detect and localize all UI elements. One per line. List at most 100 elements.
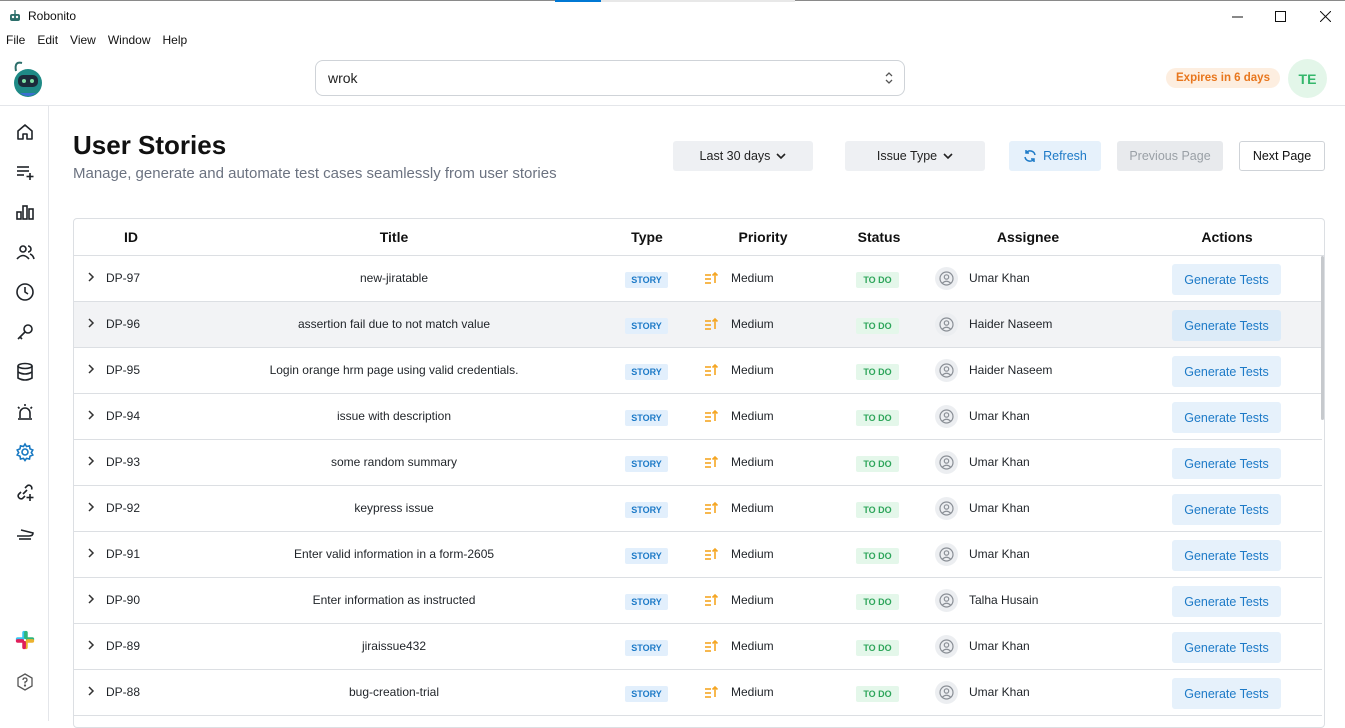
sidebar-item-users[interactable] bbox=[14, 241, 36, 263]
priority-medium-icon bbox=[705, 271, 719, 284]
assignee-avatar bbox=[935, 405, 958, 428]
generate-tests-button[interactable]: Generate Tests bbox=[1172, 310, 1281, 341]
column-header-assignee: Assignee bbox=[996, 229, 1060, 245]
priority-medium-icon bbox=[705, 455, 719, 468]
table-row[interactable]: DP-89 jiraissue432 STORY Medium TO DO Um… bbox=[74, 624, 1322, 670]
menu-bar: File Edit View Window Help bbox=[0, 30, 193, 52]
story-title: some random summary bbox=[330, 455, 458, 469]
close-button[interactable] bbox=[1302, 1, 1345, 31]
next-page-button[interactable]: Next Page bbox=[1239, 141, 1325, 171]
generate-tests-button[interactable]: Generate Tests bbox=[1172, 678, 1281, 709]
priority-label: Medium bbox=[731, 639, 774, 653]
menu-window[interactable]: Window bbox=[102, 30, 157, 52]
table-row[interactable]: DP-91 Enter valid information in a form-… bbox=[74, 532, 1322, 578]
type-badge: STORY bbox=[625, 594, 668, 610]
generate-tests-button[interactable]: Generate Tests bbox=[1172, 540, 1281, 571]
date-range-dropdown[interactable]: Last 30 days bbox=[673, 141, 813, 171]
expand-chevron-icon[interactable] bbox=[87, 271, 95, 283]
assignee-name: Umar Khan bbox=[969, 501, 1030, 515]
generate-tests-button[interactable]: Generate Tests bbox=[1172, 494, 1281, 525]
menu-view[interactable]: View bbox=[64, 30, 102, 52]
expand-chevron-icon[interactable] bbox=[87, 501, 95, 513]
minimize-button[interactable] bbox=[1214, 1, 1260, 31]
table-row[interactable]: DP-90 Enter information as instructed ST… bbox=[74, 578, 1322, 624]
project-search-select[interactable]: wrok bbox=[315, 60, 905, 96]
table-row[interactable]: DP-97 new-jiratable STORY Medium TO DO U… bbox=[74, 256, 1322, 302]
refresh-button[interactable]: Refresh bbox=[1009, 141, 1101, 171]
menu-help[interactable]: Help bbox=[157, 30, 194, 52]
priority-medium-icon bbox=[705, 639, 719, 652]
table-row[interactable]: DP-92 keypress issue STORY Medium TO DO … bbox=[74, 486, 1322, 532]
issue-type-dropdown[interactable]: Issue Type bbox=[845, 141, 985, 171]
assignee-avatar bbox=[935, 589, 958, 612]
robonito-logo[interactable] bbox=[10, 59, 46, 99]
table-row[interactable]: DP-95 Login orange hrm page using valid … bbox=[74, 348, 1322, 394]
sidebar-item-database[interactable] bbox=[14, 361, 36, 383]
user-stories-table: ID Title Type Priority Status Assignee A… bbox=[73, 218, 1325, 728]
sidebar-item-integrations[interactable] bbox=[8, 435, 42, 469]
generate-tests-button[interactable]: Generate Tests bbox=[1172, 264, 1281, 295]
status-badge: TO DO bbox=[856, 686, 899, 702]
story-id: DP-89 bbox=[106, 639, 141, 653]
expand-chevron-icon[interactable] bbox=[87, 317, 95, 329]
table-row[interactable]: DP-93 some random summary STORY Medium T… bbox=[74, 440, 1322, 486]
page-subtitle: Manage, generate and automate test cases… bbox=[73, 165, 557, 182]
generate-tests-button[interactable]: Generate Tests bbox=[1172, 586, 1281, 617]
generate-tests-button[interactable]: Generate Tests bbox=[1172, 448, 1281, 479]
expand-chevron-icon[interactable] bbox=[87, 685, 95, 697]
generate-tests-button[interactable]: Generate Tests bbox=[1172, 632, 1281, 663]
sidebar-item-keys[interactable] bbox=[14, 321, 36, 343]
user-avatar[interactable]: TE bbox=[1288, 59, 1327, 98]
expand-chevron-icon[interactable] bbox=[87, 455, 95, 467]
menu-file[interactable]: File bbox=[0, 30, 31, 52]
maximize-button[interactable] bbox=[1257, 1, 1303, 31]
minimize-icon bbox=[1231, 16, 1243, 17]
sidebar-item-history[interactable] bbox=[14, 281, 36, 303]
sidebar-item-drone[interactable] bbox=[14, 521, 36, 543]
sidebar-item-link[interactable] bbox=[14, 481, 36, 503]
table-row[interactable]: DP-96 assertion fail due to not match va… bbox=[74, 302, 1322, 348]
generate-tests-button[interactable]: Generate Tests bbox=[1172, 356, 1281, 387]
sidebar-item-add-list[interactable] bbox=[14, 161, 36, 183]
expand-chevron-icon[interactable] bbox=[87, 593, 95, 605]
expand-chevron-icon[interactable] bbox=[87, 639, 95, 651]
sidebar-item-help[interactable] bbox=[14, 671, 36, 693]
expand-chevron-icon[interactable] bbox=[87, 409, 95, 421]
sidebar-item-alerts[interactable] bbox=[14, 401, 36, 423]
slack-icon bbox=[15, 630, 35, 650]
table-row[interactable]: DP-94 issue with description STORY Mediu… bbox=[74, 394, 1322, 440]
priority-label: Medium bbox=[731, 317, 774, 331]
sidebar-item-reports[interactable] bbox=[14, 201, 36, 223]
refresh-icon bbox=[1024, 150, 1036, 162]
previous-page-button[interactable]: Previous Page bbox=[1117, 141, 1223, 171]
column-header-status: Status bbox=[857, 229, 901, 245]
user-icon bbox=[939, 593, 954, 608]
priority-label: Medium bbox=[731, 547, 774, 561]
generate-tests-button[interactable]: Generate Tests bbox=[1172, 402, 1281, 433]
type-badge: STORY bbox=[625, 410, 668, 426]
expand-chevron-icon[interactable] bbox=[87, 547, 95, 559]
story-id: DP-94 bbox=[106, 409, 141, 423]
priority-label: Medium bbox=[731, 409, 774, 423]
assignee-avatar bbox=[935, 451, 958, 474]
expand-chevron-icon[interactable] bbox=[87, 363, 95, 375]
priority-medium-icon bbox=[705, 317, 719, 330]
table-scrollbar[interactable] bbox=[1321, 256, 1324, 420]
story-id: DP-93 bbox=[106, 455, 141, 469]
type-badge: STORY bbox=[625, 686, 668, 702]
story-title: bug-creation-trial bbox=[348, 685, 440, 699]
column-header-type: Type bbox=[631, 229, 663, 245]
sidebar-item-slack[interactable] bbox=[14, 629, 36, 651]
type-badge: STORY bbox=[625, 456, 668, 472]
users-icon bbox=[16, 245, 35, 260]
assignee-avatar bbox=[935, 543, 958, 566]
page-title: User Stories bbox=[73, 130, 227, 160]
sidebar-item-home[interactable] bbox=[14, 121, 36, 143]
app-header: wrok Expires in 6 days TE bbox=[0, 52, 1345, 106]
menu-edit[interactable]: Edit bbox=[31, 30, 64, 52]
story-id: DP-95 bbox=[106, 363, 141, 377]
assignee-avatar bbox=[935, 267, 958, 290]
table-header: ID Title Type Priority Status Assignee A… bbox=[74, 219, 1324, 256]
status-badge: TO DO bbox=[856, 318, 899, 334]
table-row[interactable]: DP-88 bug-creation-trial STORY Medium TO… bbox=[74, 670, 1322, 716]
